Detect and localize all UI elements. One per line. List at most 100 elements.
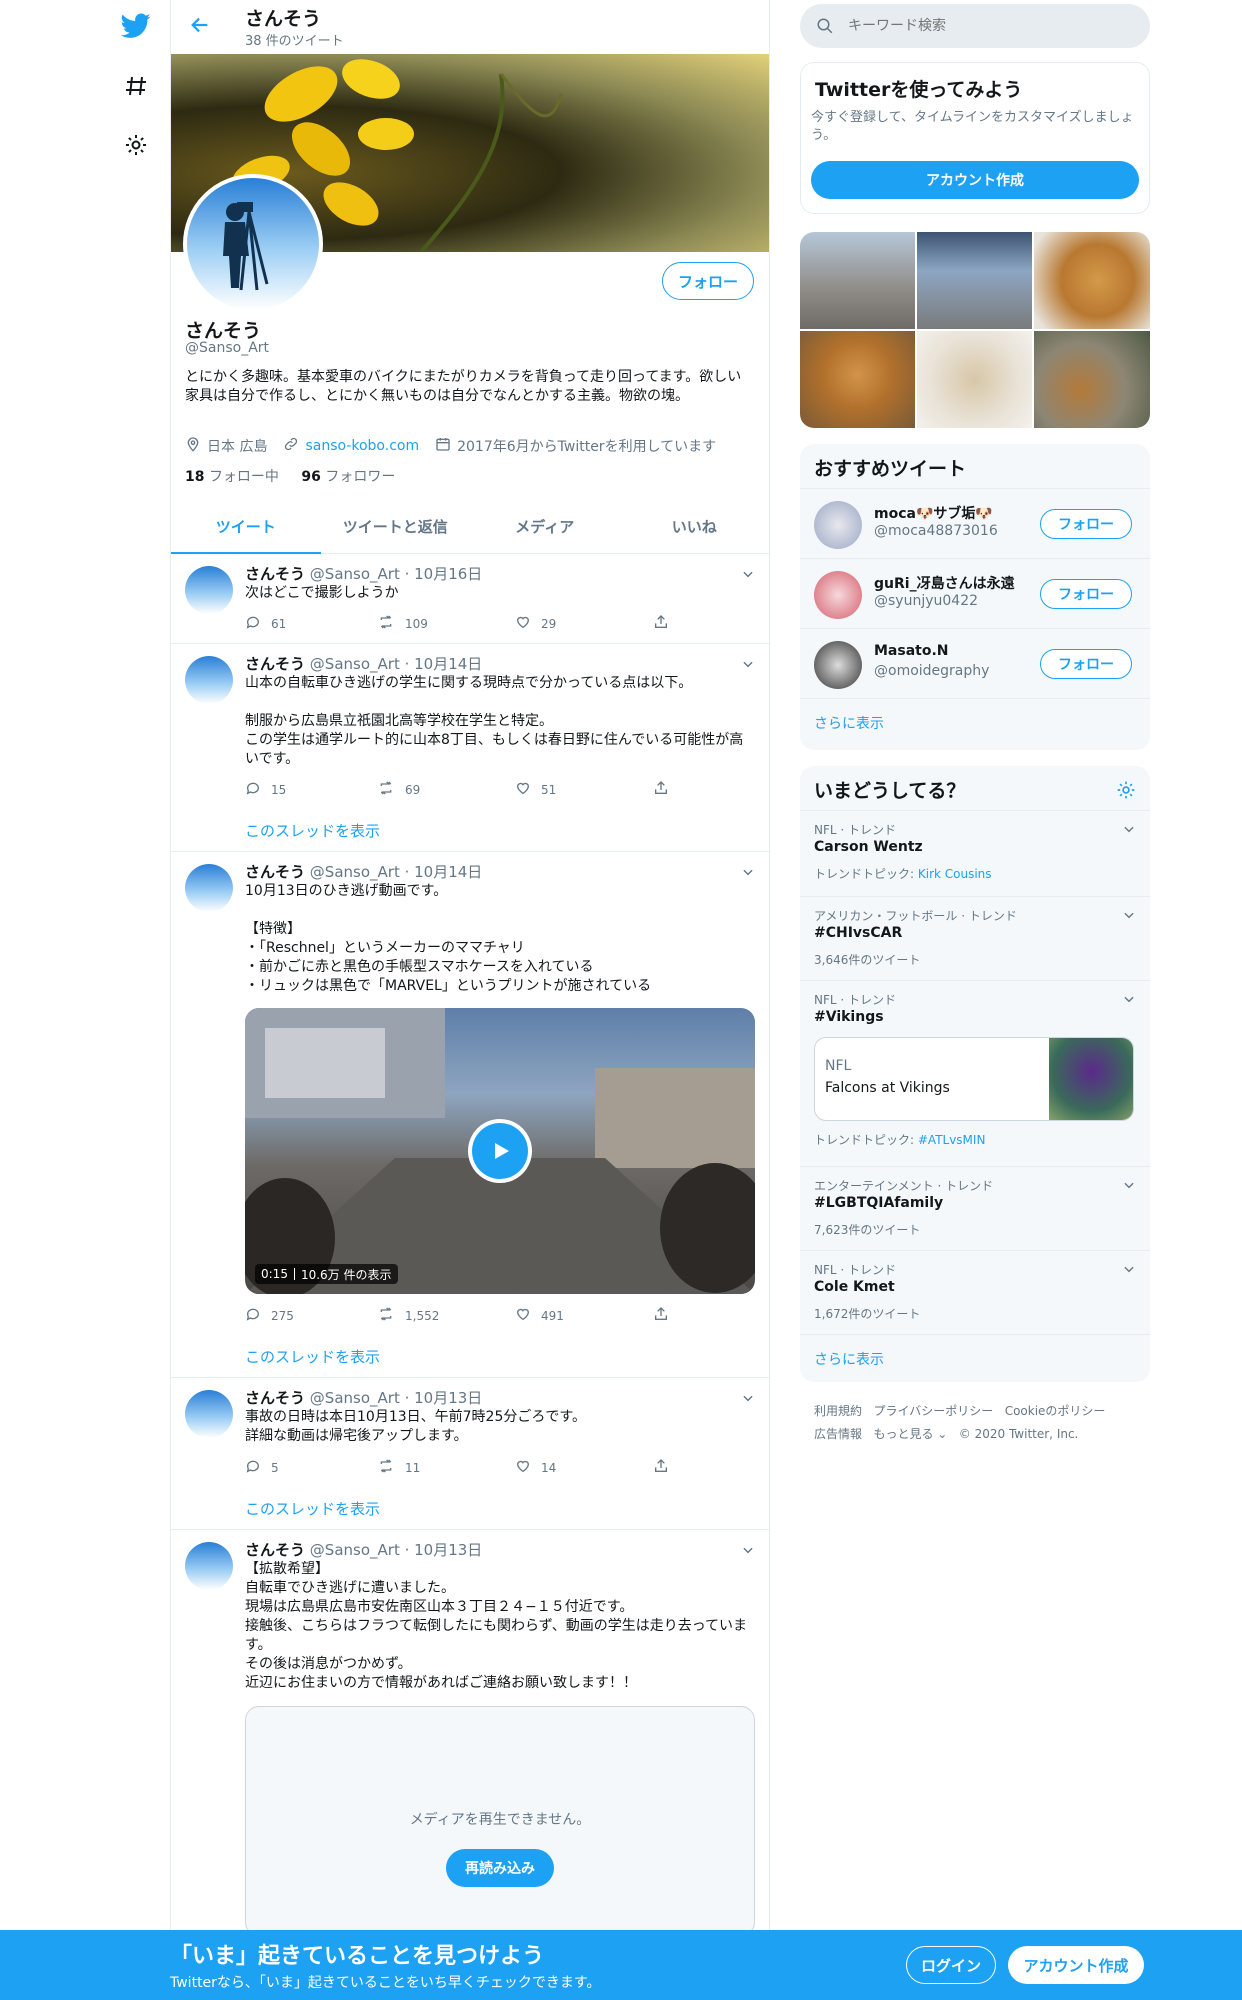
chevron-down-icon[interactable] <box>1122 1177 1136 1196</box>
tweet[interactable]: さんそう @Sanso_Art · 10月14日 山本の自転車ひき逃げの学生に関… <box>171 644 769 852</box>
footer-link-cookies[interactable]: Cookieのポリシー <box>1005 1404 1106 1418</box>
tweet-meta[interactable]: @Sanso_Art · 10月13日 <box>310 1541 483 1559</box>
trend-item[interactable]: NFL · トレンド Cole Kmet 1,672件のツイート <box>800 1250 1150 1334</box>
reload-button[interactable]: 再読み込み <box>446 1849 554 1887</box>
chevron-down-icon[interactable] <box>1122 907 1136 926</box>
tweet-author[interactable]: さんそう <box>245 1389 305 1407</box>
tweet-meta[interactable]: @Sanso_Art · 10月16日 <box>310 565 483 583</box>
media-thumb[interactable] <box>800 331 915 428</box>
footer-link-ads[interactable]: 広告情報 <box>814 1427 862 1441</box>
share-icon[interactable] <box>653 614 669 630</box>
gear-icon[interactable] <box>1116 780 1136 804</box>
tweet-avatar[interactable] <box>185 656 233 704</box>
share-icon[interactable] <box>653 780 669 796</box>
tweet-author[interactable]: さんそう <box>245 565 305 583</box>
recommended-user-name[interactable]: moca🐶サブ垢🐶 <box>874 503 993 523</box>
tab-tweets-replies[interactable]: ツイートと返信 <box>321 500 471 553</box>
show-more-row[interactable]: さらに表示 <box>800 698 1150 750</box>
tweet-author[interactable]: さんそう <box>245 655 305 673</box>
share-icon[interactable] <box>653 1458 669 1474</box>
trend-item[interactable]: NFL · トレンド #Vikings NFL Falcons at Vikin… <box>800 980 1150 1166</box>
recommended-user[interactable]: moca🐶サブ垢🐶 @moca48873016 フォロー <box>800 488 1150 558</box>
video-player[interactable]: 0:15 10.6万 件の表示 <box>245 1008 755 1294</box>
footer-link-terms[interactable]: 利用規約 <box>814 1404 862 1418</box>
gear-icon[interactable] <box>112 121 160 169</box>
avatar[interactable] <box>814 501 862 549</box>
show-thread-link[interactable]: このスレッドを表示 <box>245 1498 380 1519</box>
play-button[interactable] <box>468 1119 532 1183</box>
tweet-meta[interactable]: @Sanso_Art · 10月14日 <box>310 863 483 881</box>
create-account-button[interactable]: アカウント作成 <box>811 161 1139 199</box>
signup-button[interactable]: アカウント作成 <box>1008 1946 1144 1984</box>
chevron-down-icon[interactable] <box>741 566 755 585</box>
profile-website-link[interactable]: sanso-kobo.com <box>305 438 419 454</box>
chevron-down-icon[interactable] <box>741 656 755 675</box>
tweet-avatar[interactable] <box>185 1542 233 1590</box>
reply-button[interactable]: 15 <box>245 780 286 799</box>
back-arrow-icon[interactable] <box>189 14 211 40</box>
trend-item[interactable]: NFL · トレンド Carson Wentz トレンドトピック: Kirk C… <box>800 810 1150 896</box>
avatar[interactable] <box>814 571 862 619</box>
tweet[interactable]: さんそう @Sanso_Art · 10月13日 【拡散希望】 自転車でひき逃げ… <box>171 1530 769 1936</box>
recommended-user-name[interactable]: Masato.N <box>874 643 949 659</box>
login-button[interactable]: ログイン <box>906 1946 996 1984</box>
tab-media[interactable]: メディア <box>470 500 620 553</box>
like-button[interactable]: 51 <box>515 780 556 799</box>
footer-link-privacy[interactable]: プライバシーポリシー <box>873 1404 993 1418</box>
show-thread-link[interactable]: このスレッドを表示 <box>245 820 380 841</box>
reply-button[interactable]: 275 <box>245 1306 294 1325</box>
tweet-meta[interactable]: @Sanso_Art · 10月13日 <box>310 1389 483 1407</box>
like-button[interactable]: 491 <box>515 1306 564 1325</box>
show-thread-link[interactable]: このスレッドを表示 <box>245 1346 380 1367</box>
follow-button[interactable]: フォロー <box>1040 509 1132 539</box>
chevron-down-icon[interactable] <box>741 864 755 883</box>
trend-item[interactable]: アメリカン・フットボール · トレンド #CHIvsCAR 3,646件のツイー… <box>800 896 1150 980</box>
like-button[interactable]: 29 <box>515 614 556 633</box>
tweet[interactable]: さんそう @Sanso_Art · 10月14日 10月13日のひき逃げ動画です… <box>171 852 769 1378</box>
event-card[interactable]: NFL Falcons at Vikings <box>814 1037 1134 1121</box>
tweet[interactable]: さんそう @Sanso_Art · 10月16日 次はどこで撮影しようか 61 … <box>171 554 769 644</box>
recommended-user-name[interactable]: guRi_冴島さんは永遠 <box>874 573 1015 593</box>
tweet-avatar[interactable] <box>185 566 233 614</box>
media-thumb[interactable] <box>800 232 915 329</box>
tweet[interactable]: さんそう @Sanso_Art · 10月13日 事故の日時は本日10月13日、… <box>171 1378 769 1530</box>
reply-button[interactable]: 61 <box>245 614 286 633</box>
recommended-user[interactable]: Masato.N @omoidegraphy フォロー <box>800 628 1150 698</box>
retweet-button[interactable]: 109 <box>377 614 428 633</box>
trend-topic-link[interactable]: #ATLvsMIN <box>918 1133 986 1147</box>
follow-button[interactable]: フォロー <box>1040 579 1132 609</box>
share-icon[interactable] <box>653 1306 669 1322</box>
chevron-down-icon[interactable] <box>741 1542 755 1561</box>
tweet-avatar[interactable] <box>185 1390 233 1438</box>
retweet-button[interactable]: 69 <box>377 780 420 799</box>
recommended-user[interactable]: guRi_冴島さんは永遠 @syunjyu0422 フォロー <box>800 558 1150 628</box>
profile-avatar[interactable] <box>183 174 323 314</box>
chevron-down-icon[interactable] <box>1122 821 1136 840</box>
tweet-avatar[interactable] <box>185 864 233 912</box>
media-thumb[interactable] <box>917 331 1032 428</box>
like-button[interactable]: 14 <box>515 1458 556 1477</box>
tab-likes[interactable]: いいね <box>620 500 770 553</box>
trend-item[interactable]: エンターテインメント · トレンド #LGBTQIAfamily 7,623件の… <box>800 1166 1150 1250</box>
search-box[interactable] <box>800 4 1150 48</box>
twitter-bird-icon[interactable] <box>112 2 160 50</box>
retweet-button[interactable]: 1,552 <box>377 1306 439 1325</box>
media-thumb[interactable] <box>917 232 1032 329</box>
chevron-down-icon[interactable] <box>1122 991 1136 1010</box>
show-more-link[interactable]: さらに表示 <box>814 713 884 733</box>
chevron-down-icon[interactable] <box>1122 1261 1136 1280</box>
chevron-down-icon[interactable] <box>741 1390 755 1409</box>
follow-button[interactable]: フォロー <box>662 262 754 300</box>
tweet-author[interactable]: さんそう <box>245 1541 305 1559</box>
avatar[interactable] <box>814 641 862 689</box>
follow-button[interactable]: フォロー <box>1040 649 1132 679</box>
retweet-button[interactable]: 11 <box>377 1458 420 1477</box>
following-link[interactable]: 18 フォロー中 <box>185 469 279 485</box>
tab-tweets[interactable]: ツイート <box>171 500 321 554</box>
reply-button[interactable]: 5 <box>245 1458 279 1477</box>
tweet-author[interactable]: さんそう <box>245 863 305 881</box>
followers-link[interactable]: 96 フォロワー <box>301 469 395 485</box>
hashtag-icon[interactable] <box>112 62 160 110</box>
trend-topic-link[interactable]: Kirk Cousins <box>918 867 992 881</box>
tweet-meta[interactable]: @Sanso_Art · 10月14日 <box>310 655 483 673</box>
